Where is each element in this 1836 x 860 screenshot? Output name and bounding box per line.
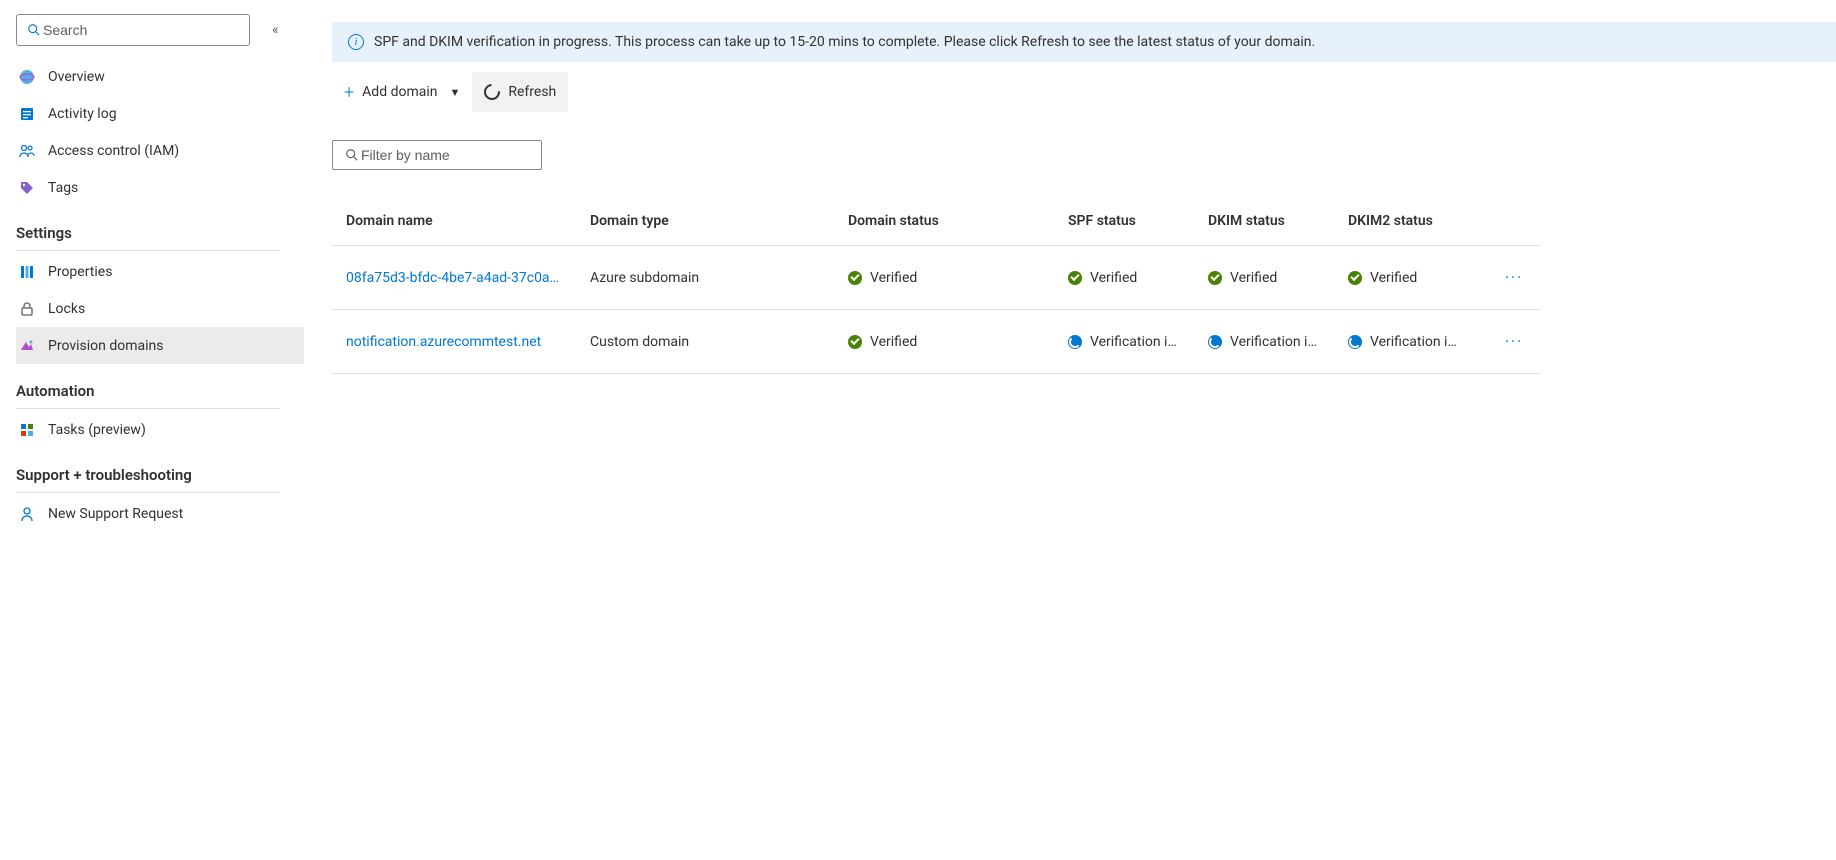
info-banner-text: SPF and DKIM verification in progress. T… xyxy=(374,34,1315,50)
table-header-row: Domain name Domain type Domain status SP… xyxy=(332,196,1540,246)
th-dkim-status[interactable]: DKIM status xyxy=(1208,213,1348,229)
sidebar-item-provision-domains[interactable]: Provision domains xyxy=(16,327,304,364)
filter-by-name[interactable] xyxy=(332,140,542,170)
progress-icon xyxy=(1348,335,1362,349)
progress-icon xyxy=(1208,335,1222,349)
divider xyxy=(16,492,280,493)
sidebar-item-label: Locks xyxy=(48,301,85,317)
main-content: i SPF and DKIM verification in progress.… xyxy=(304,0,1836,860)
sidebar-item-label: Tasks (preview) xyxy=(48,422,146,438)
search-icon xyxy=(25,21,43,39)
tags-icon xyxy=(18,179,36,197)
table-row: 08fa75d3-bfdc-4be7-a4ad-37c0a… Azure sub… xyxy=(332,246,1540,310)
info-icon: i xyxy=(348,34,364,50)
refresh-button[interactable]: Refresh xyxy=(472,72,568,112)
add-domain-label: Add domain xyxy=(362,84,437,100)
tasks-icon xyxy=(18,421,36,439)
th-domain-type[interactable]: Domain type xyxy=(590,213,848,229)
refresh-label: Refresh xyxy=(508,84,556,100)
sidebar-item-overview[interactable]: Overview xyxy=(16,58,304,95)
check-icon xyxy=(848,335,862,349)
overview-icon xyxy=(18,68,36,86)
domain-status-cell: Verified xyxy=(848,334,1068,350)
filter-input[interactable] xyxy=(361,147,531,163)
add-domain-button[interactable]: + Add domain ▼ xyxy=(332,72,472,112)
access-control-icon xyxy=(18,142,36,160)
sidebar-item-tags[interactable]: Tags xyxy=(16,169,304,206)
section-header-support: Support + troubleshooting xyxy=(16,448,304,492)
section-header-automation: Automation xyxy=(16,364,304,408)
row-more-button[interactable]: ··· xyxy=(1488,268,1540,287)
sidebar-item-label: Access control (IAM) xyxy=(48,143,179,159)
sidebar-item-label: Tags xyxy=(48,180,78,196)
check-icon xyxy=(848,271,862,285)
progress-icon xyxy=(1068,335,1082,349)
collapse-sidebar-icon[interactable]: « xyxy=(272,22,279,38)
sidebar-search-input[interactable] xyxy=(43,22,241,38)
th-domain-status[interactable]: Domain status xyxy=(848,213,1068,229)
row-more-button[interactable]: ··· xyxy=(1488,332,1540,351)
provision-domains-icon xyxy=(18,337,36,355)
toolbar: + Add domain ▼ Refresh xyxy=(332,72,1836,112)
sidebar-item-locks[interactable]: Locks xyxy=(16,290,304,327)
dkim2-status-cell: Verification i… xyxy=(1348,334,1488,350)
section-header-settings: Settings xyxy=(16,206,304,250)
info-banner: i SPF and DKIM verification in progress.… xyxy=(332,22,1836,62)
search-icon xyxy=(343,146,361,164)
th-dkim2-status[interactable]: DKIM2 status xyxy=(1348,213,1488,229)
spf-status-cell: Verified xyxy=(1068,270,1208,286)
domain-type-cell: Azure subdomain xyxy=(590,270,848,286)
dkim-status-cell: Verification i… xyxy=(1208,334,1348,350)
divider xyxy=(16,408,280,409)
table-row: notification.azurecommtest.net Custom do… xyxy=(332,310,1540,374)
chevron-down-icon: ▼ xyxy=(449,86,460,99)
sidebar-item-activity-log[interactable]: Activity log xyxy=(16,95,304,132)
sidebar-item-tasks[interactable]: Tasks (preview) xyxy=(16,411,304,448)
lock-icon xyxy=(18,300,36,318)
domain-name-link[interactable]: notification.azurecommtest.net xyxy=(332,334,590,350)
sidebar-item-access-control[interactable]: Access control (IAM) xyxy=(16,132,304,169)
refresh-icon xyxy=(481,81,504,104)
sidebar: « Overview Activity log Access control (… xyxy=(0,0,304,860)
plus-icon: + xyxy=(344,82,354,103)
check-icon xyxy=(1068,271,1082,285)
dkim2-status-cell: Verified xyxy=(1348,270,1488,286)
domain-name-link[interactable]: 08fa75d3-bfdc-4be7-a4ad-37c0a… xyxy=(332,270,590,286)
domain-type-cell: Custom domain xyxy=(590,334,848,350)
properties-icon xyxy=(18,263,36,281)
sidebar-item-label: Overview xyxy=(48,69,105,85)
sidebar-item-label: Activity log xyxy=(48,106,117,122)
sidebar-search[interactable] xyxy=(16,14,250,46)
th-spf-status[interactable]: SPF status xyxy=(1068,213,1208,229)
th-domain-name[interactable]: Domain name xyxy=(332,213,590,229)
sidebar-item-label: Properties xyxy=(48,264,112,280)
sidebar-item-label: New Support Request xyxy=(48,506,183,522)
domains-table: Domain name Domain type Domain status SP… xyxy=(332,196,1540,374)
sidebar-item-label: Provision domains xyxy=(48,338,163,354)
sidebar-item-new-support-request[interactable]: New Support Request xyxy=(16,495,304,532)
domain-status-cell: Verified xyxy=(848,270,1068,286)
check-icon xyxy=(1348,271,1362,285)
support-icon xyxy=(18,505,36,523)
activity-log-icon xyxy=(18,105,36,123)
divider xyxy=(16,250,280,251)
sidebar-item-properties[interactable]: Properties xyxy=(16,253,304,290)
check-icon xyxy=(1208,271,1222,285)
spf-status-cell: Verification i… xyxy=(1068,334,1208,350)
dkim-status-cell: Verified xyxy=(1208,270,1348,286)
